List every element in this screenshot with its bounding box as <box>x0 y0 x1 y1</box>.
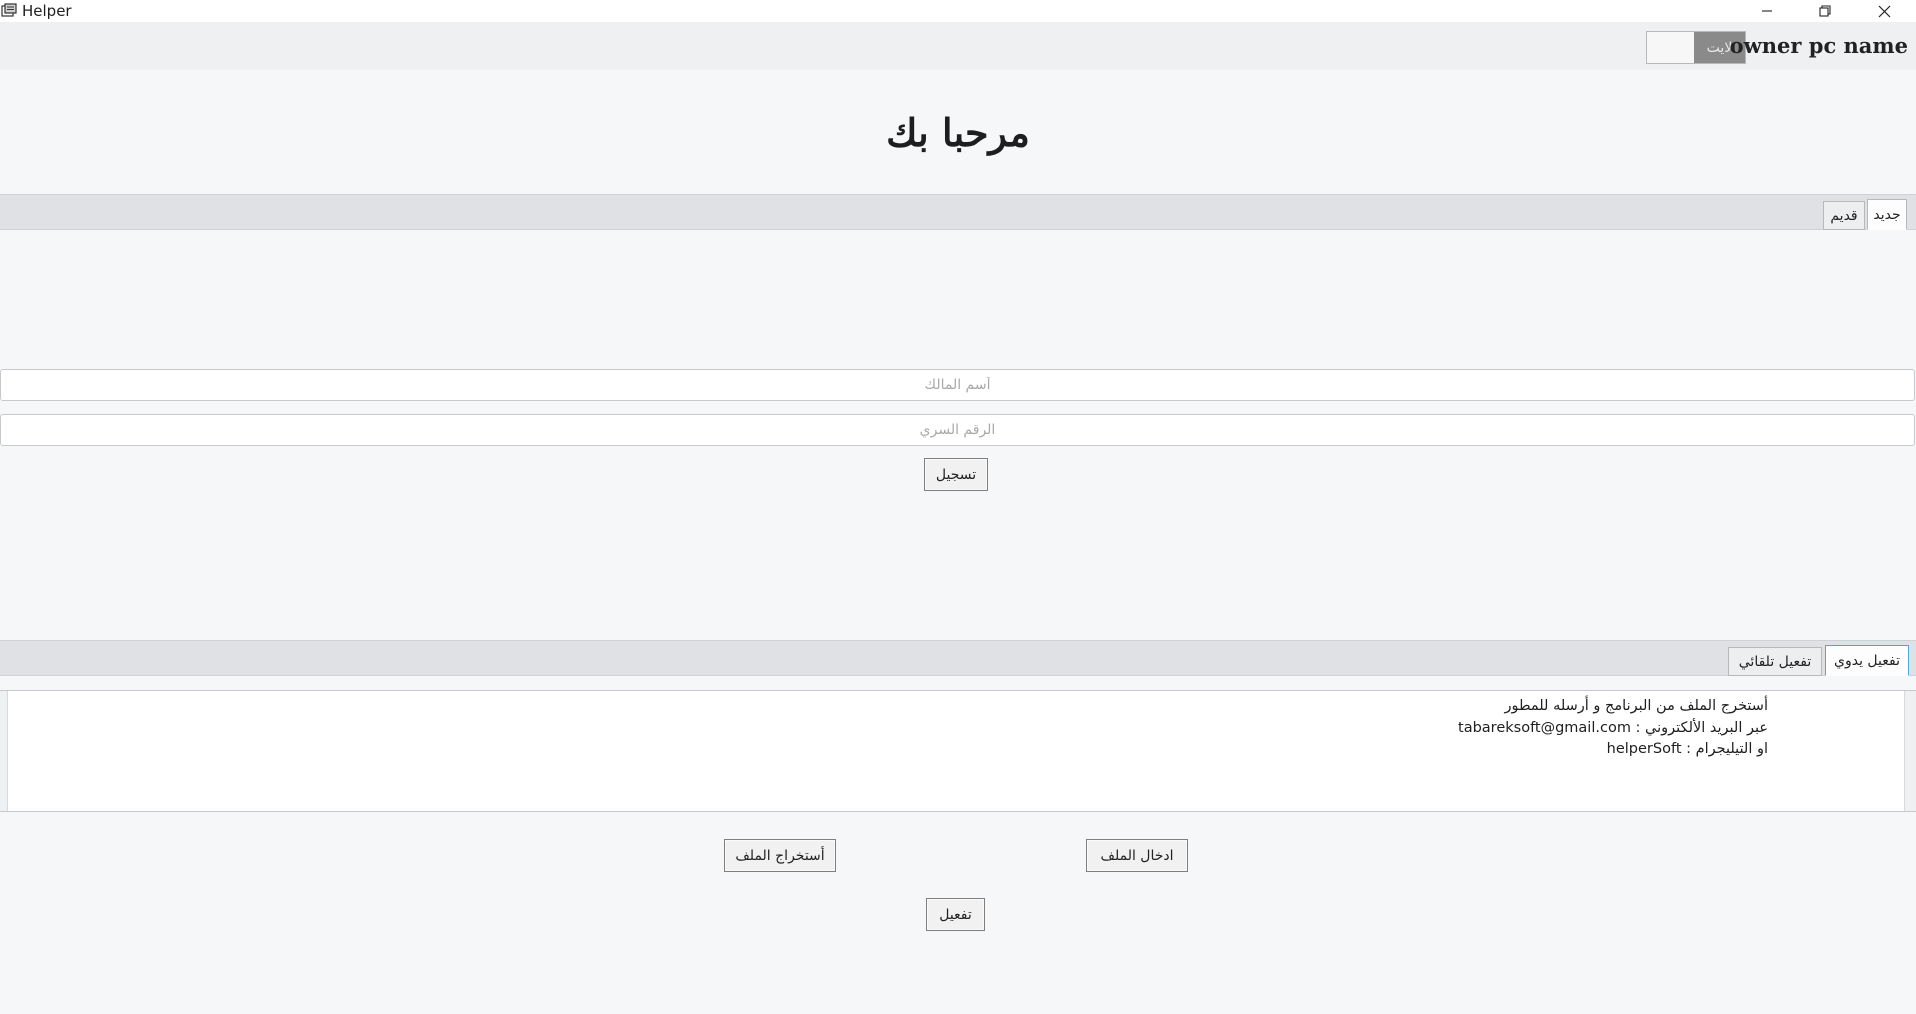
title-bar: Helper <box>0 0 1916 22</box>
close-button[interactable] <box>1856 0 1912 22</box>
main-window: لايت owner pc name مرحبا بك جديد قديم تس… <box>0 22 1916 1014</box>
textarea-left-edge <box>0 691 8 811</box>
owner-pc-name: owner pc name <box>1729 33 1908 58</box>
minimize-button[interactable] <box>1739 0 1795 22</box>
register-button[interactable]: تسجيل <box>924 458 988 491</box>
instruction-line-3: او التيليجرام : helperSoft <box>1606 741 1768 757</box>
welcome-title: مرحبا بك <box>886 110 1030 155</box>
window-title: Helper <box>22 2 72 20</box>
restore-icon <box>1819 5 1831 17</box>
top-bar: لايت owner pc name <box>0 22 1916 70</box>
owner-name-input[interactable] <box>0 369 1915 401</box>
activation-tab-bar: تفعيل يدوي تفعيل تلقائي <box>0 640 1916 676</box>
password-input[interactable] <box>0 414 1915 446</box>
tab-auto-activation[interactable]: تفعيل تلقائي <box>1728 647 1822 676</box>
account-tab-bar: جديد قديم <box>0 194 1916 230</box>
tab-old[interactable]: قديم <box>1823 201 1865 230</box>
tab-new[interactable]: جديد <box>1867 199 1907 230</box>
export-file-button[interactable]: أستخراج الملف <box>724 839 836 872</box>
instruction-line-2: عبر البريد الألكتروني : tabareksoft@gmai… <box>1458 720 1768 736</box>
tab-manual-activation[interactable]: تفعيل يدوي <box>1825 645 1909 676</box>
activate-button[interactable]: تفعيل <box>926 898 985 931</box>
instructions-textarea[interactable]: أستخرج الملف من البرنامج و أرسله للمطور … <box>0 690 1916 812</box>
close-icon <box>1878 5 1890 17</box>
import-file-button[interactable]: ادخال الملف <box>1086 839 1188 872</box>
restore-button[interactable] <box>1797 0 1853 22</box>
textarea-scrollbar[interactable] <box>1904 691 1916 811</box>
app-icon <box>1 3 17 18</box>
instruction-line-1: أستخرج الملف من البرنامج و أرسله للمطور <box>1504 698 1768 714</box>
minimize-icon <box>1762 10 1772 12</box>
